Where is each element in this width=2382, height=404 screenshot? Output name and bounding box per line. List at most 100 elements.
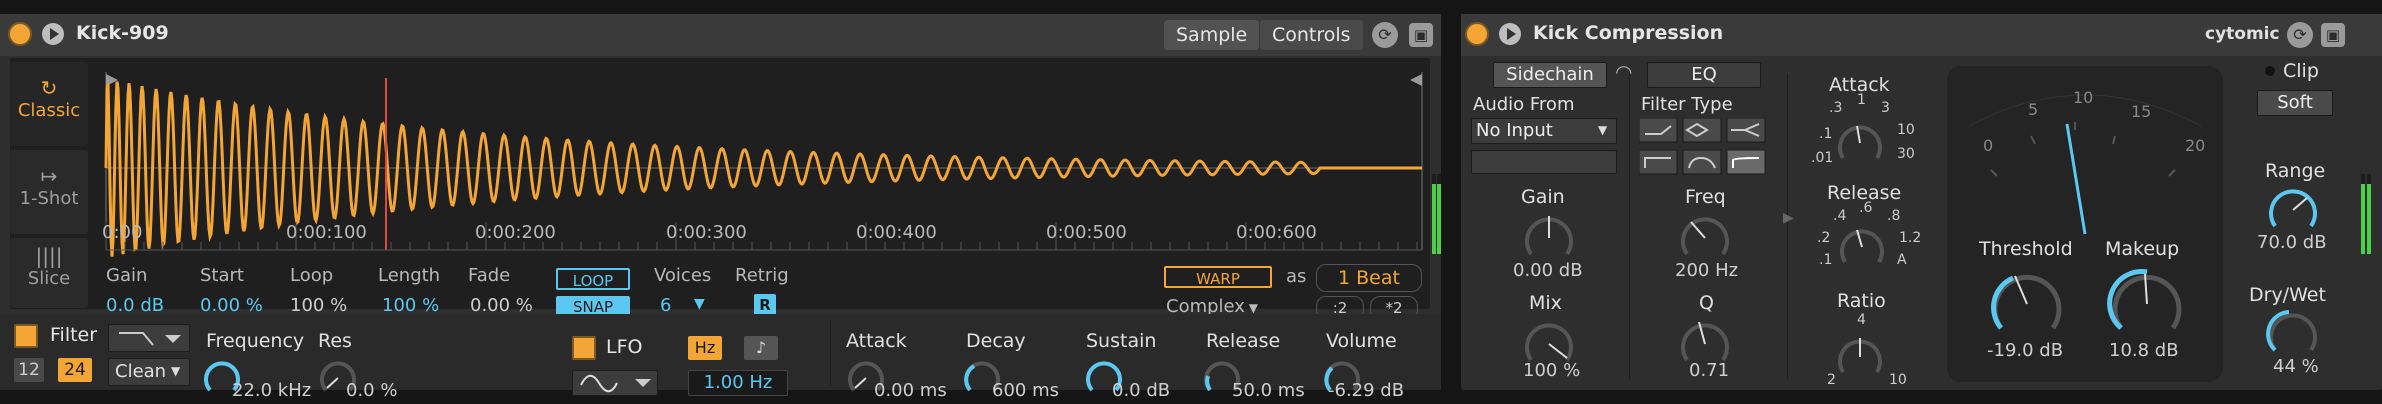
compressor-save-icon[interactable]: ▣ (2321, 23, 2345, 47)
release-scale-0: .6 (1859, 200, 1873, 216)
decay-value: 600 ms (992, 380, 1059, 401)
meter-needle (2065, 123, 2087, 235)
timeline-label-3: 0:00:300 (666, 222, 747, 243)
filter-circuit-select[interactable]: Clean ▼ (108, 358, 190, 386)
lfo-on-button[interactable] (572, 336, 596, 360)
compressor-device: Kick Compression cytomic ⟳ ▣ Sidechain ◠… (1461, 14, 2382, 390)
compressor-refresh-icon[interactable]: ⟳ (2287, 22, 2313, 48)
start-label: Start (200, 265, 244, 286)
gain-label: Gain (1521, 186, 1565, 208)
gain-label: Gain (106, 265, 148, 286)
filter-type-label: Filter Type (1641, 94, 1733, 115)
voices-dropdown-icon[interactable]: ▼ (694, 296, 705, 312)
threshold-value: -19.0 dB (1987, 340, 2064, 361)
lfo-rate-field[interactable]: 1.00 Hz (688, 370, 788, 396)
drywet-knob[interactable] (2265, 306, 2321, 362)
sidechain-button[interactable]: Sidechain (1493, 62, 1607, 88)
compressor-on-button[interactable] (1465, 22, 1489, 46)
mode-oneshot[interactable]: ↦ 1-Shot (10, 150, 88, 234)
lowpass-shape-icon (119, 332, 181, 346)
mode-slice-label: Slice (27, 268, 71, 289)
lfo-hz-button[interactable]: Hz (688, 336, 722, 360)
comp-divider-2 (1787, 74, 1788, 380)
comp-attack-knob[interactable] (1835, 118, 1885, 168)
clip-indicator (2265, 66, 2275, 76)
volume-label: Volume (1326, 330, 1397, 352)
refresh-icon[interactable]: ⟳ (1372, 22, 1398, 48)
mode-classic[interactable]: ↻ Classic (10, 62, 88, 146)
fade-value[interactable]: 0.00 % (470, 295, 533, 316)
attack-scale-2: 3 (1881, 100, 1890, 116)
start-value[interactable]: 0.00 % (200, 295, 263, 316)
preview-play-icon[interactable] (42, 23, 64, 45)
gain-value[interactable]: 0.0 dB (106, 295, 164, 316)
ratio-knob[interactable] (1835, 332, 1885, 382)
audio-from-label: Audio From (1473, 94, 1575, 115)
filter-label: Filter (50, 324, 98, 346)
range-knob[interactable] (2265, 182, 2321, 238)
drywet-label: Dry/Wet (2249, 284, 2326, 306)
clip-mode-button[interactable]: Soft (2257, 90, 2333, 116)
sustain-value: 0.0 dB (1112, 380, 1171, 401)
expand-arrow-icon[interactable]: ▶ (1783, 210, 1794, 226)
length-value[interactable]: 100 % (382, 295, 439, 316)
gain-knob[interactable] (1521, 210, 1577, 266)
release-scale-4: 1.2 (1899, 230, 1922, 246)
release-scale-3: .2 (1817, 230, 1831, 246)
lfo-label: LFO (606, 336, 643, 358)
tab-controls[interactable]: Controls (1260, 20, 1363, 50)
comp-divider-1 (1629, 74, 1630, 380)
sine-wave-icon (580, 374, 651, 393)
loop-value[interactable]: 100 % (290, 295, 347, 316)
mode-classic-label: Classic (17, 100, 81, 121)
retrig-toggle[interactable]: R (754, 294, 776, 316)
compressor-title: Kick Compression (1533, 22, 1724, 44)
clip-label: Clip (2283, 60, 2319, 82)
sample-end-marker (1410, 74, 1422, 86)
lfo-sync-button[interactable]: ♪ (744, 336, 778, 360)
chevron-down-icon: ▼ (171, 364, 181, 378)
makeup-label: Makeup (2105, 238, 2180, 260)
freq-value: 200 Hz (1675, 260, 1739, 281)
audio-from-value: No Input (1476, 120, 1553, 141)
sustain-label: Sustain (1086, 330, 1157, 352)
comp-release-knob[interactable] (1837, 222, 1887, 272)
filter-type-grid[interactable] (1639, 118, 1767, 178)
loop-toggle[interactable]: LOOP (556, 268, 630, 290)
timeline-label-6: 0:00:600 (1236, 222, 1317, 243)
eq-button[interactable]: EQ (1647, 62, 1761, 88)
meter-scale-10: 10 (2073, 88, 2094, 107)
res-value: 0.0 % (346, 380, 398, 401)
slope-12-button[interactable]: 12 (14, 358, 44, 382)
beats-field[interactable]: 1 Beat (1316, 264, 1422, 292)
gain-value: 0.00 dB (1513, 260, 1583, 281)
tab-sample[interactable]: Sample (1164, 20, 1260, 50)
attack-scale-6: .01 (1811, 150, 1834, 166)
compressor-preview-icon[interactable] (1499, 23, 1521, 45)
filter-on-button[interactable] (14, 324, 38, 348)
save-icon[interactable]: ▣ (1409, 23, 1433, 47)
timeline-label-1: 0:00:100 (286, 222, 367, 243)
as-label: as (1286, 266, 1307, 287)
audio-from-select[interactable]: No Input ▼ (1471, 118, 1617, 144)
attack-scale-4: 30 (1897, 146, 1915, 162)
freq-knob[interactable] (1677, 210, 1733, 266)
threshold-knob[interactable] (1987, 264, 2067, 344)
device-on-button[interactable] (8, 22, 32, 46)
warp-toggle[interactable]: WARP (1164, 266, 1272, 288)
attack-value: 0.00 ms (874, 380, 947, 401)
voices-value[interactable]: 6 (660, 295, 671, 316)
audio-from-channel-select[interactable] (1471, 150, 1617, 174)
meter-scale-20: 20 (2185, 136, 2206, 155)
loop-label: Loop (290, 265, 334, 286)
filter-type-select[interactable] (108, 324, 190, 352)
ratio-label: Ratio (1837, 290, 1886, 312)
release-scale-5: .1 (1819, 252, 1833, 268)
mix-value: 100 % (1523, 360, 1581, 381)
mode-slice[interactable]: |||| Slice (10, 238, 88, 308)
lfo-shape-select[interactable] (572, 370, 658, 396)
makeup-knob[interactable] (2107, 264, 2187, 344)
slope-24-button[interactable]: 24 (58, 358, 92, 382)
retrig-label: Retrig (735, 265, 789, 286)
timeline-label-0: 0:00 (102, 222, 143, 243)
